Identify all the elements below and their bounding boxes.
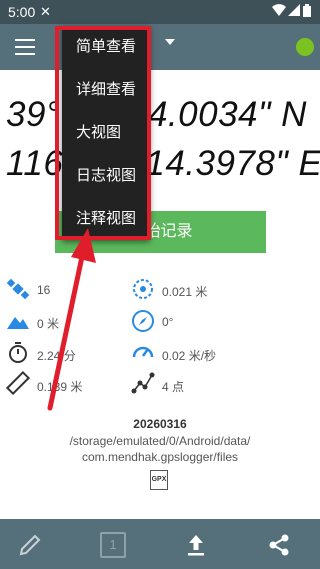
page-number-label: 1 — [109, 537, 117, 552]
bearing-value: 0° — [162, 315, 174, 329]
speedometer-icon — [132, 346, 154, 358]
highlight-box — [55, 26, 151, 240]
battery-icon — [303, 4, 311, 21]
status-time: 5:00 — [8, 4, 36, 20]
compass-icon — [132, 310, 154, 332]
longitude-text: 116° 23' 14.3978" E — [6, 144, 320, 183]
upload-icon[interactable] — [183, 532, 209, 558]
altitude-icon — [7, 317, 29, 329]
share-icon[interactable] — [266, 532, 292, 558]
latitude-text: 39° 54' 14.0034" N — [6, 95, 307, 134]
points-value: 4 点 — [162, 380, 185, 394]
menu-icon[interactable] — [15, 39, 35, 55]
satellites-value: 16 — [37, 283, 51, 297]
speed-value: 0.02 米/秒 — [162, 349, 217, 363]
status-bar: 5:00 ✕ — [0, 0, 320, 24]
page-number-button[interactable]: 1 — [100, 532, 126, 558]
satellite-icon — [6, 278, 30, 300]
cellular-icon — [288, 4, 300, 20]
app-bar — [0, 24, 320, 70]
accuracy-icon — [133, 279, 153, 299]
altitude-value: 0 米 — [37, 317, 60, 331]
bottom-toolbar: 1 — [0, 519, 320, 569]
wifi-icon — [272, 4, 286, 20]
stopwatch-icon — [9, 342, 27, 363]
track-points-icon — [131, 372, 155, 394]
edit-annotation-icon[interactable] — [17, 532, 43, 558]
log-file-date: 20260316 — [133, 417, 187, 431]
logging-status-indicator — [296, 38, 314, 56]
distance-value: 0.139 米 — [37, 380, 83, 394]
view-dropdown-arrow-icon[interactable] — [165, 39, 175, 45]
accuracy-value: 0.021 米 — [162, 285, 208, 299]
gpx-file-icon: GPX — [150, 470, 168, 490]
no-signal-icon: ✕ — [40, 4, 51, 19]
ruler-icon — [6, 371, 30, 395]
duration-value: 2.24 分 — [37, 349, 76, 363]
log-file-path-line1: /storage/emulated/0/Android/data/ — [69, 434, 251, 448]
log-file-path-line2: com.mendhak.gpslogger/files — [81, 450, 239, 464]
